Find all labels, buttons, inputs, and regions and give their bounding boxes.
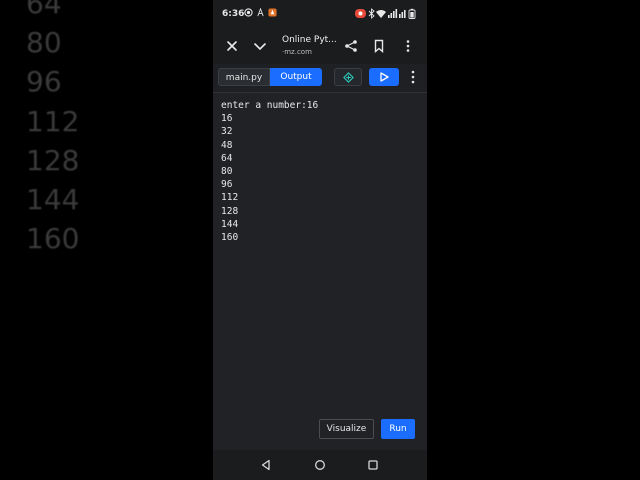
console-line: 16 xyxy=(221,113,233,125)
gem-icon xyxy=(343,72,354,83)
console-lines: enter a number:16 16 32 48 64 80 96 112 … xyxy=(221,99,318,244)
console-line: 32 xyxy=(221,126,233,138)
background-number: 144 xyxy=(26,183,80,217)
system-nav-bar xyxy=(213,450,427,480)
play-icon xyxy=(380,72,389,82)
editor-toolbar: main.py Output xyxy=(213,64,427,93)
visualize-button[interactable]: Visualize xyxy=(319,419,374,439)
screen-record-icon xyxy=(355,9,366,18)
chevron-down-icon[interactable] xyxy=(253,39,267,53)
phone-screen: 6:36 Online Pyt... ·mz.com main.py Outpu… xyxy=(213,0,427,480)
status-bar: 6:36 xyxy=(213,0,427,28)
page-url: ·mz.com xyxy=(282,48,312,56)
recents-icon[interactable] xyxy=(367,459,379,471)
app-notification-icon xyxy=(268,8,277,17)
tab-main-py[interactable]: main.py xyxy=(218,68,270,86)
console-line: enter a number:16 xyxy=(221,100,319,111)
console-line: 48 xyxy=(221,139,233,151)
bluetooth-icon xyxy=(368,8,375,19)
status-time: 6:36 xyxy=(222,9,245,19)
signal-icon-2 xyxy=(399,10,406,18)
record-icon xyxy=(244,8,253,17)
more-options-icon[interactable] xyxy=(401,39,415,53)
console-line: 128 xyxy=(221,205,239,217)
signal-icon xyxy=(388,9,398,18)
background-number: 112 xyxy=(26,104,80,138)
background-number: 96 xyxy=(26,65,62,99)
page-title: Online Pyt... xyxy=(282,35,337,45)
console-line: 96 xyxy=(221,179,233,191)
notification-icon xyxy=(257,8,264,17)
tab-output[interactable]: Output xyxy=(270,68,322,86)
background-number: 80 xyxy=(26,26,62,60)
close-icon[interactable] xyxy=(225,39,239,53)
share-icon[interactable] xyxy=(344,39,358,53)
bookmark-icon[interactable] xyxy=(372,39,386,53)
home-icon[interactable] xyxy=(314,459,326,471)
background-number: 64 xyxy=(26,0,62,20)
background-number: 160 xyxy=(26,222,80,256)
browser-bar: Online Pyt... ·mz.com xyxy=(213,28,427,64)
console-line: 144 xyxy=(221,218,239,230)
background-output-copy: 64 80 96 112 128 144 160 xyxy=(26,0,146,258)
wifi-icon xyxy=(376,10,386,18)
battery-icon xyxy=(408,8,416,19)
console-line: 160 xyxy=(221,232,239,244)
run-button[interactable]: Run xyxy=(381,419,415,439)
ai-assist-button[interactable] xyxy=(334,68,362,86)
console-line: 112 xyxy=(221,192,239,204)
toolbar-more-icon[interactable] xyxy=(409,70,417,84)
run-icon-button[interactable] xyxy=(369,68,399,86)
console-line: 80 xyxy=(221,166,233,178)
status-indicators xyxy=(355,8,419,19)
background-number: 128 xyxy=(26,143,80,177)
console-line: 64 xyxy=(221,152,233,164)
output-console[interactable]: enter a number:16 16 32 48 64 80 96 112 … xyxy=(213,93,427,450)
back-icon[interactable] xyxy=(260,459,272,471)
